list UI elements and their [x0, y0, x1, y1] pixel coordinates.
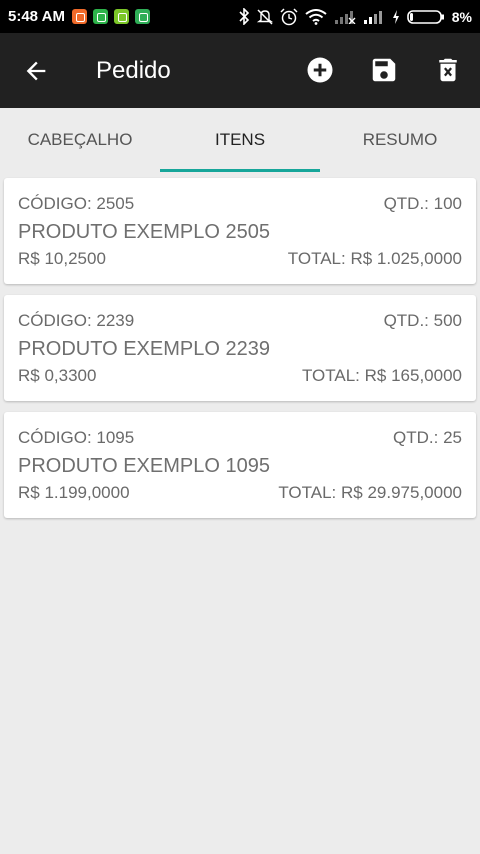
item-total: TOTAL: R$ 29.975,0000	[278, 483, 462, 502]
status-icons: 8%	[238, 7, 472, 26]
item-code: CÓDIGO: 1095	[18, 428, 135, 447]
item-code: CÓDIGO: 2505	[18, 194, 135, 213]
item-name: PRODUTO EXEMPLO 2505	[18, 220, 270, 243]
tab-cabecalho[interactable]: CABEÇALHO	[0, 108, 160, 172]
delete-icon[interactable]	[433, 55, 463, 85]
mail-icon	[71, 9, 87, 24]
item-quantity: QTD.: 25	[393, 428, 462, 447]
list-item[interactable]: CÓDIGO: 2505 QTD.: 100 PRODUTO EXEMPLO 2…	[4, 178, 476, 284]
alarm-icon	[280, 7, 298, 25]
item-price: R$ 0,3300	[18, 366, 97, 385]
charging-icon	[392, 9, 399, 24]
status-time: 5:48 AM	[8, 8, 65, 25]
item-total: TOTAL: R$ 165,0000	[301, 366, 462, 385]
tab-resumo[interactable]: RESUMO	[320, 108, 480, 172]
item-list: CÓDIGO: 2505 QTD.: 100 PRODUTO EXEMPLO 2…	[4, 178, 476, 529]
mute-icon	[256, 9, 273, 25]
tab-itens[interactable]: ITENS	[160, 108, 320, 172]
status-bar: 5:48 AM 8%	[0, 0, 480, 33]
list-item[interactable]: CÓDIGO: 1095 QTD.: 25 PRODUTO EXEMPLO 10…	[4, 412, 476, 518]
item-code: CÓDIGO: 2239	[18, 311, 135, 330]
list-item[interactable]: CÓDIGO: 2239 QTD.: 500 PRODUTO EXEMPLO 2…	[4, 295, 476, 401]
battery-percentage: 8%	[451, 8, 472, 25]
save-icon[interactable]	[369, 55, 399, 85]
item-name: PRODUTO EXEMPLO 2239	[18, 337, 270, 360]
app-toolbar: Pedido	[0, 33, 480, 108]
add-circle-icon[interactable]	[305, 55, 335, 85]
phone-icon	[92, 9, 108, 24]
wifi-icon	[305, 8, 327, 25]
item-price: R$ 10,2500	[18, 249, 106, 268]
chat-icon	[134, 9, 150, 24]
tab-bar: CABEÇALHO ITENS RESUMO	[0, 108, 480, 172]
signal-icon	[363, 10, 382, 24]
item-name: PRODUTO EXEMPLO 1095	[18, 454, 270, 477]
bluetooth-icon	[239, 8, 249, 25]
item-quantity: QTD.: 500	[383, 311, 462, 330]
battery-icon	[406, 9, 444, 24]
item-total: TOTAL: R$ 1.025,0000	[287, 249, 462, 268]
sim-icon	[113, 9, 129, 24]
signal-icon	[334, 10, 356, 24]
arrow-back-icon[interactable]	[22, 57, 50, 85]
item-quantity: QTD.: 100	[383, 194, 462, 213]
page-title: Pedido	[96, 57, 171, 84]
item-price: R$ 1.199,0000	[18, 483, 130, 502]
